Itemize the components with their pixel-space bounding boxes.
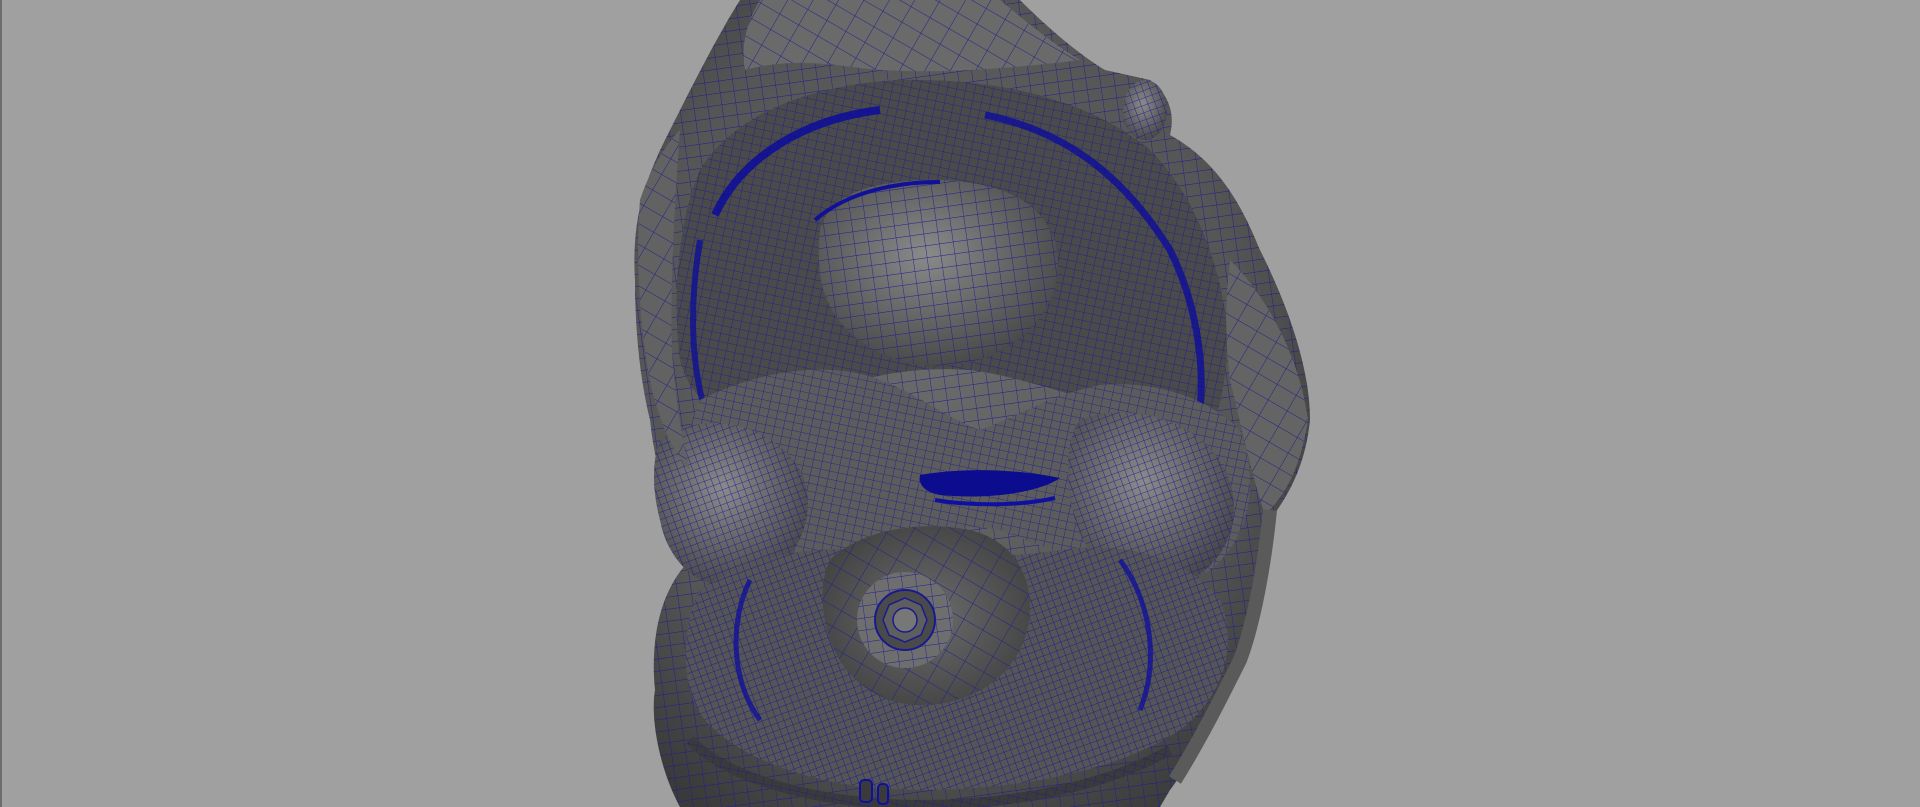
polygon-mesh-wireframe-on-shaded[interactable]	[0, 0, 1920, 807]
maya-3d-viewport[interactable]	[0, 0, 1920, 807]
mesh-circular-socket	[857, 572, 953, 668]
mesh-knob	[1123, 80, 1167, 140]
